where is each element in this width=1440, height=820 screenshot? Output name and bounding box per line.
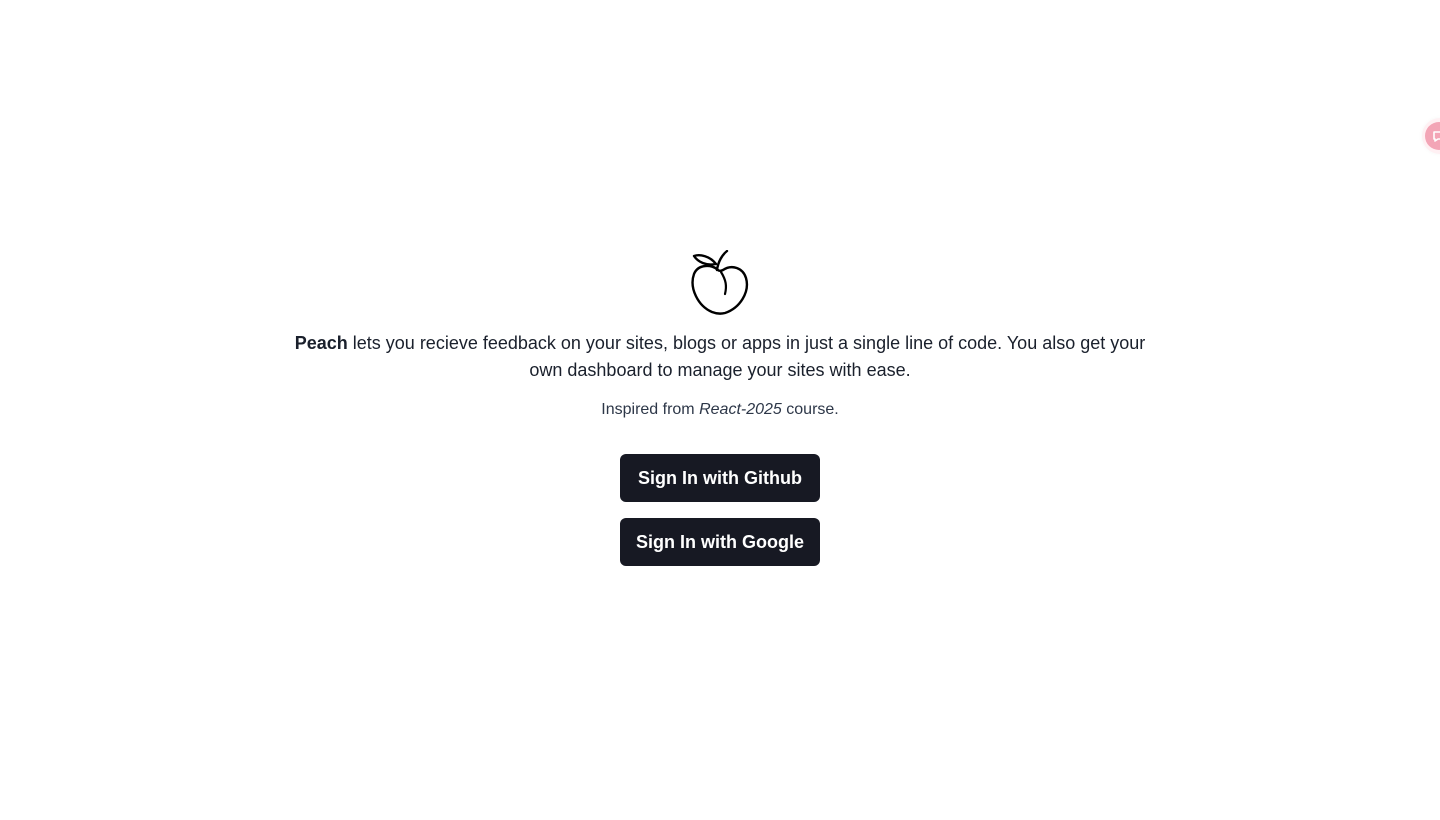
tagline-text: lets you recieve feedback on your sites,… — [352, 333, 1146, 380]
peach-icon — [691, 250, 749, 315]
feedback-icon — [1425, 122, 1440, 150]
inspired-note: Inspired from React-2025 course. — [601, 398, 838, 422]
feedback-widget-button[interactable] — [1422, 118, 1440, 154]
page: Peach lets you recieve feedback on your … — [0, 0, 1440, 820]
sign-in-google-button[interactable]: Sign In with Google — [620, 518, 820, 566]
tagline: Peach lets you recieve feedback on your … — [280, 330, 1160, 384]
inspired-suffix: course. — [786, 401, 839, 418]
inspired-course: React-2025 — [699, 401, 782, 418]
brand-name: Peach — [294, 333, 348, 353]
hero-section: Peach lets you recieve feedback on your … — [0, 250, 1440, 566]
inspired-prefix: Inspired from — [601, 401, 695, 418]
sign-in-github-button[interactable]: Sign In with Github — [620, 454, 820, 502]
